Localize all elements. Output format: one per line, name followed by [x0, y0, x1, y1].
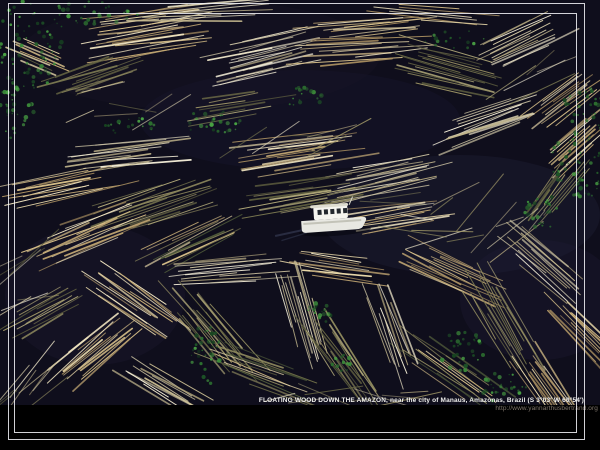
- boat-window: [324, 209, 328, 214]
- water-glow: [5, 225, 185, 365]
- amazon-photo: [0, 0, 600, 405]
- boat-window: [343, 208, 347, 213]
- wallpaper: FLOATING WOOD DOWN THE AMAZON, near the …: [0, 0, 600, 450]
- boat-window: [337, 208, 341, 213]
- boat-window: [317, 210, 321, 215]
- photo-caption-title: FLOATING WOOD DOWN THE AMAZON, near the …: [259, 397, 584, 404]
- boat-window: [330, 209, 334, 214]
- photo-caption-url: http://www.yannarthusbertrand.org: [495, 405, 598, 412]
